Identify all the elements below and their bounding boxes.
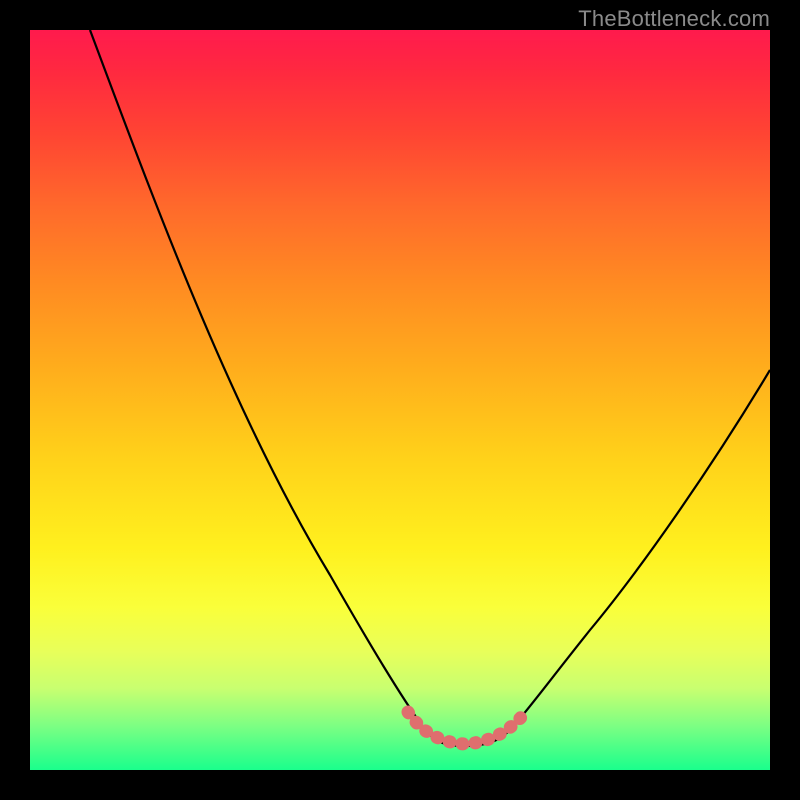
watermark-text: TheBottleneck.com — [578, 6, 770, 32]
main-curve — [90, 30, 770, 746]
chart-frame: TheBottleneck.com — [0, 0, 800, 800]
curve-svg — [30, 30, 770, 770]
plot-area — [30, 30, 770, 770]
bottom-highlight — [408, 712, 524, 744]
